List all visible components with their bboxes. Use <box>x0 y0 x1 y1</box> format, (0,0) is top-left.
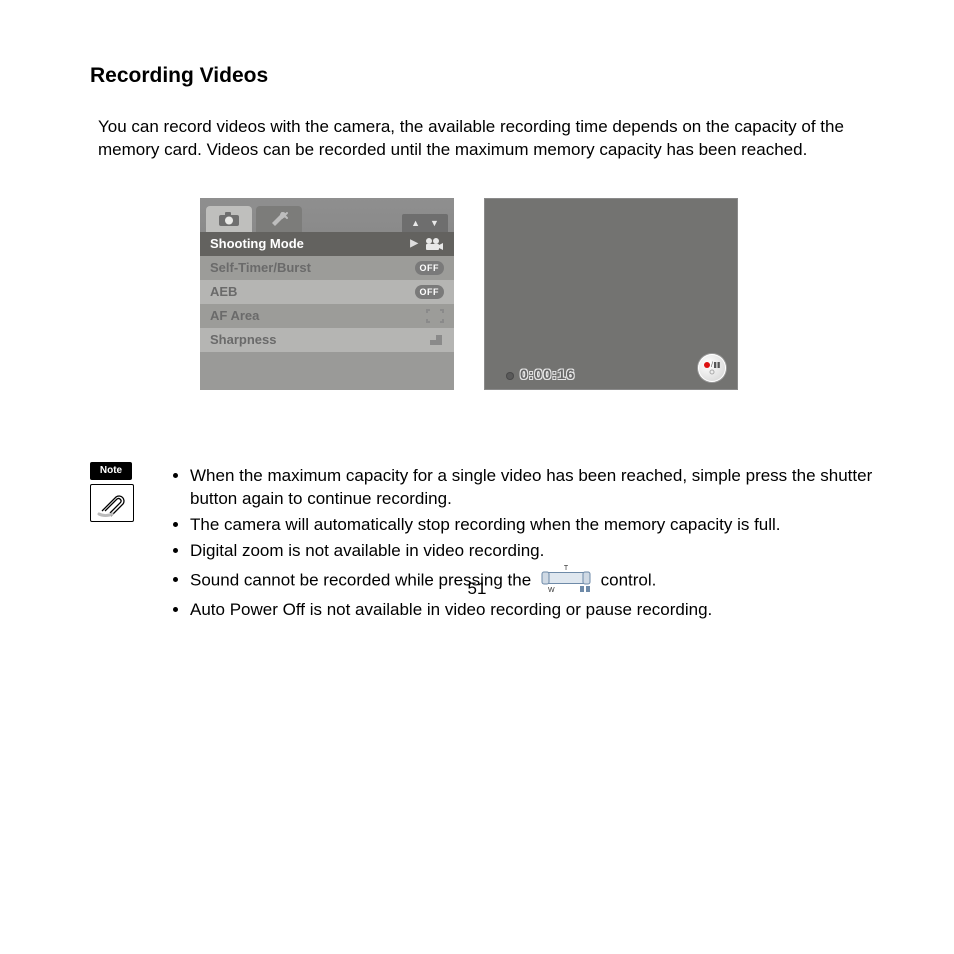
record-indicator-icon <box>506 372 514 380</box>
recording-time: 0:00:16 <box>520 365 575 384</box>
wrench-icon <box>268 211 290 227</box>
off-badge: OFF <box>415 261 445 275</box>
record-pause-button-icon: / <box>698 354 726 382</box>
menu-label: Sharpness <box>210 331 276 349</box>
menu-list: Shooting Mode ▶ Self-Timer/Burst OFF <box>200 232 454 352</box>
svg-text:/: / <box>711 362 713 369</box>
recording-screenshot: 0:00:16 / <box>484 198 738 390</box>
screenshot-row: ▲ ▼ Shooting Mode ▶ <box>200 198 894 390</box>
chevron-right-icon: ▶ <box>410 237 418 251</box>
menu-label: AEB <box>210 283 237 301</box>
tab-tools <box>256 206 302 232</box>
tab-camera <box>206 206 252 232</box>
page-number: 51 <box>0 578 954 601</box>
camera-icon <box>218 211 240 227</box>
intro-paragraph: You can record videos with the camera, t… <box>98 116 878 162</box>
page: Recording Videos You can record videos w… <box>0 0 954 625</box>
menu-row-shooting-mode: Shooting Mode ▶ <box>200 232 454 256</box>
menu-screenshot: ▲ ▼ Shooting Mode ▶ <box>200 198 454 390</box>
arrow-down-icon: ▼ <box>430 217 439 229</box>
menu-row-self-timer: Self-Timer/Burst OFF <box>200 256 454 280</box>
af-area-icon <box>426 309 444 323</box>
menu-row-af-area: AF Area <box>200 304 454 328</box>
menu-footer <box>200 352 454 390</box>
menu-row-aeb: AEB OFF <box>200 280 454 304</box>
nav-arrows: ▲ ▼ <box>402 214 448 232</box>
arrow-up-icon: ▲ <box>411 217 420 229</box>
menu-row-sharpness: Sharpness <box>200 328 454 352</box>
paperclip-icon <box>96 489 128 517</box>
off-badge: OFF <box>415 285 445 299</box>
note-item: Digital zoom is not available in video r… <box>190 540 894 563</box>
menu-label: Shooting Mode <box>210 235 304 253</box>
menu-label: AF Area <box>210 307 259 325</box>
paperclip-box <box>90 484 134 522</box>
menu-label: Self-Timer/Burst <box>210 259 311 277</box>
menu-tabbar: ▲ ▼ <box>200 198 454 232</box>
note-item: When the maximum capacity for a single v… <box>190 465 894 511</box>
sharpness-icon <box>428 333 444 347</box>
page-title: Recording Videos <box>90 62 894 90</box>
note-item: The camera will automatically stop recor… <box>190 514 894 537</box>
note-item: Auto Power Off is not available in video… <box>190 599 894 622</box>
video-mode-icon <box>424 237 444 251</box>
svg-text:T: T <box>564 565 569 572</box>
note-label: Note <box>90 462 132 480</box>
